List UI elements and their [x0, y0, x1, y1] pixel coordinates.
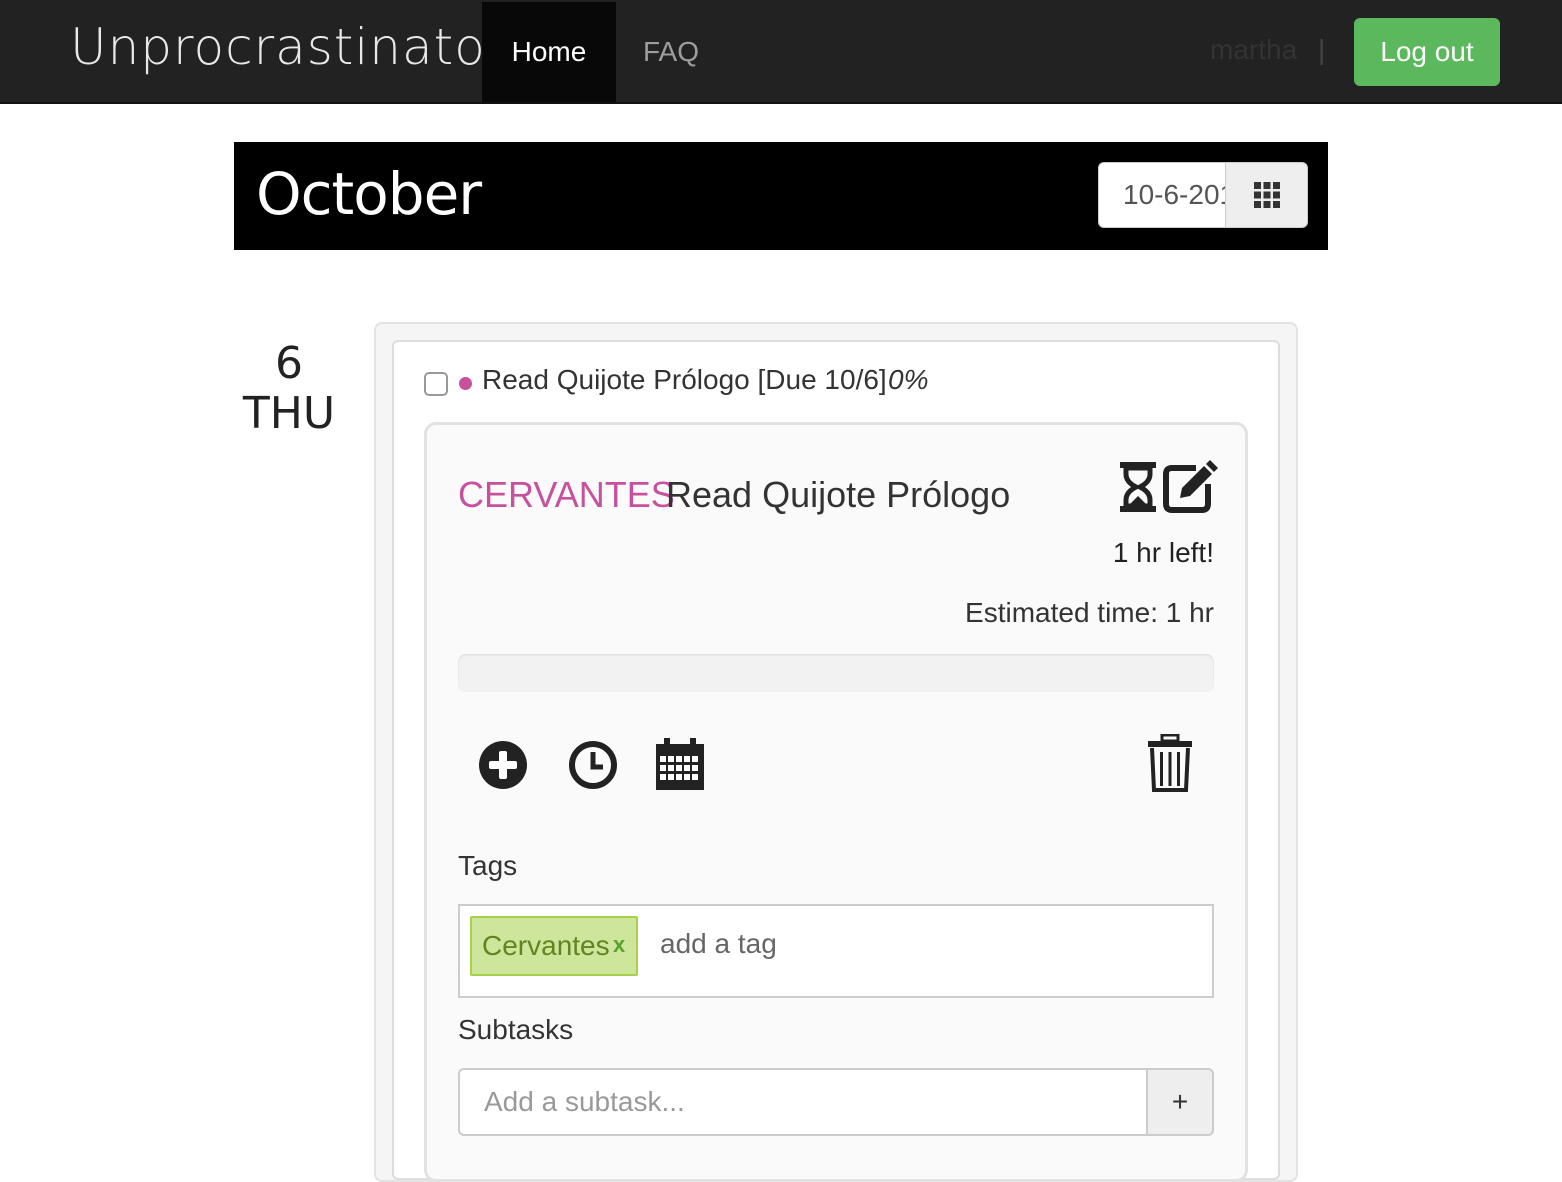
- estimated-time: Estimated time: 1 hr: [965, 597, 1214, 628]
- tag-remove-button[interactable]: x: [613, 932, 625, 958]
- tags-heading: Tags: [458, 850, 518, 881]
- trash-icon[interactable]: [1146, 734, 1194, 792]
- day-weekday: THU: [242, 388, 336, 439]
- task-color-dot: [459, 377, 472, 390]
- grid-icon: [1253, 182, 1280, 208]
- calendar-icon[interactable]: [656, 738, 704, 790]
- time-left: 1 hr left!: [1112, 537, 1214, 568]
- clock-icon[interactable]: [568, 740, 618, 790]
- tag-input[interactable]: add a tag: [660, 928, 777, 960]
- day-number: 6: [275, 338, 303, 389]
- edit-icon[interactable]: [1160, 460, 1218, 514]
- subtask-input[interactable]: Add a subtask...: [458, 1068, 1148, 1136]
- username: martha: [1210, 34, 1298, 65]
- subtasks-heading: Subtasks: [458, 1014, 574, 1045]
- brand-logo[interactable]: Unprocrastinator: [70, 18, 507, 76]
- date-input[interactable]: 10-6-2016: [1098, 162, 1226, 228]
- nav-faq[interactable]: FAQ: [616, 2, 726, 102]
- plus-circle-icon[interactable]: [478, 740, 528, 790]
- month-title: October: [256, 160, 482, 228]
- hourglass-icon[interactable]: [1118, 460, 1158, 514]
- task-percent: 0%: [888, 364, 929, 395]
- logout-button[interactable]: Log out: [1354, 18, 1500, 86]
- nav-separator: |: [1318, 34, 1326, 65]
- navbar: Unprocrastinator Home FAQ martha | Log o…: [0, 0, 1562, 104]
- task-detail-name: Read Quijote Prólogo: [666, 474, 1011, 515]
- nav-home[interactable]: Home: [482, 2, 616, 102]
- task-title[interactable]: Read Quijote Prólogo [Due 10/6]: [482, 364, 887, 396]
- task-complete-checkbox[interactable]: [424, 372, 448, 396]
- task-tag-label: CERVANTES: [458, 474, 675, 515]
- task-progress-bar: [458, 654, 1214, 692]
- month-header: October 10-6-2016: [234, 142, 1328, 250]
- date-picker-button[interactable]: [1226, 162, 1308, 228]
- add-subtask-button[interactable]: +: [1146, 1068, 1214, 1136]
